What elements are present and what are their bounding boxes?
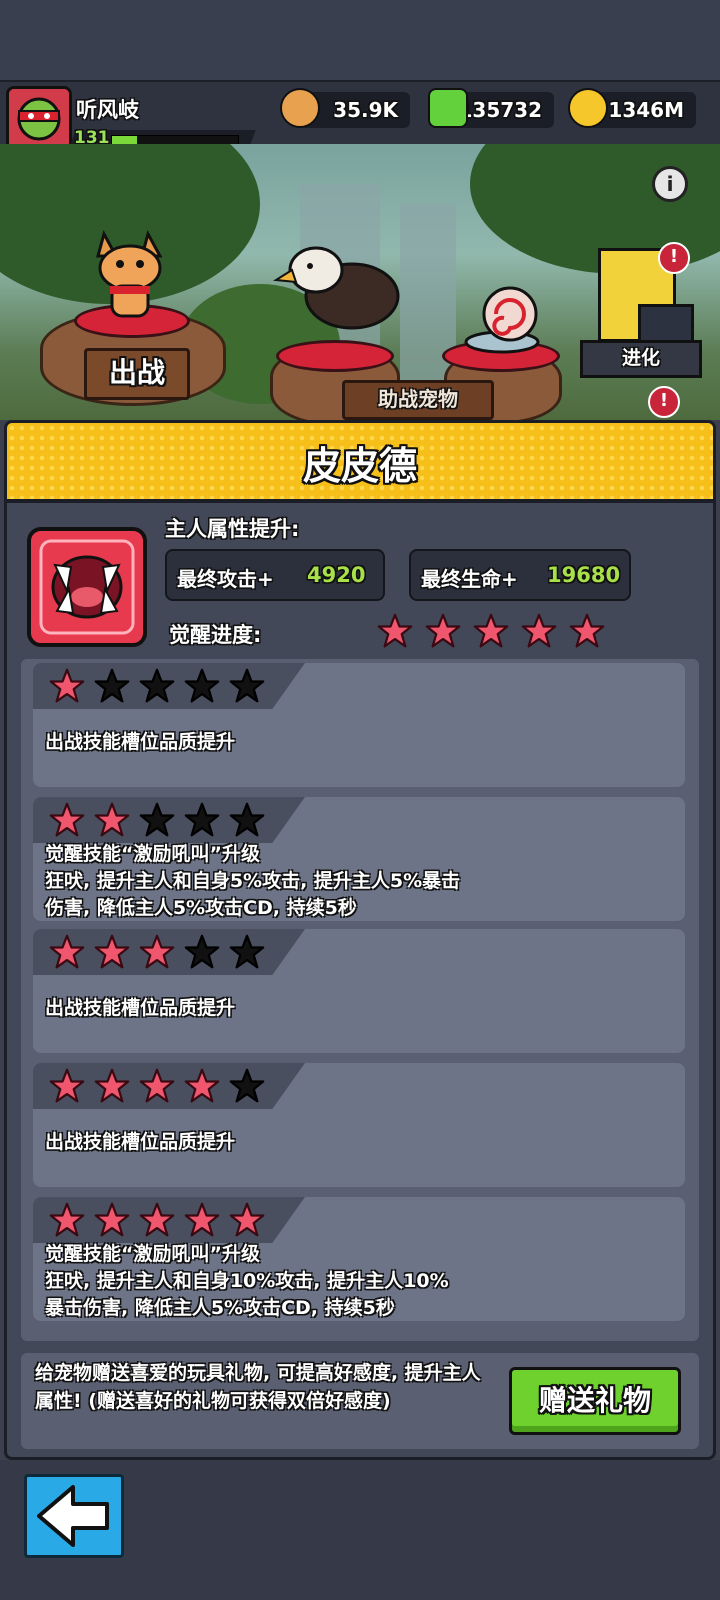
assist-pad bbox=[276, 340, 394, 372]
empty-star-icon bbox=[229, 934, 265, 969]
attack-label: 最终攻击+ bbox=[177, 567, 274, 591]
filled-star-icon bbox=[184, 1068, 220, 1103]
filled-star-icon bbox=[49, 1068, 85, 1103]
level-star-band bbox=[33, 663, 305, 709]
awaken-level-row: 觉醒技能“激励吼叫”升级 狂吠, 提升主人和自身5%攻击, 提升主人5%暴击 伤… bbox=[33, 797, 685, 921]
filled-star-icon bbox=[49, 802, 85, 837]
level-star-band bbox=[33, 1063, 305, 1109]
level-description: 出战技能槽位品质提升 bbox=[45, 731, 236, 753]
dog-pet-sprite[interactable] bbox=[90, 230, 170, 322]
level-star-band bbox=[33, 1197, 305, 1243]
snail-pet-sprite[interactable] bbox=[462, 284, 548, 354]
filled-star-icon bbox=[49, 1202, 85, 1237]
filled-star-icon bbox=[94, 1068, 130, 1103]
turtle-avatar-icon bbox=[9, 89, 69, 149]
attribute-title: 主人属性提升: bbox=[165, 517, 300, 541]
currency-value: 1346M bbox=[608, 98, 684, 122]
player-avatar[interactable] bbox=[6, 86, 72, 152]
filled-star-icon bbox=[139, 1068, 175, 1103]
level-star-band bbox=[33, 929, 305, 975]
awaken-level-row: 出战技能槽位品质提升 bbox=[33, 929, 685, 1053]
awaken-level-row: 出战技能槽位品质提升 bbox=[33, 663, 685, 787]
level-description: 觉醒技能“激励吼叫”升级 狂吠, 提升主人和自身5%攻击, 提升主人5%暴击 伤… bbox=[45, 843, 461, 919]
filled-star-icon bbox=[139, 1202, 175, 1237]
evolve-alert-badge: ! bbox=[658, 242, 690, 274]
currency-value: 135732 bbox=[458, 98, 543, 122]
awaken-level-row: 出战技能槽位品质提升 bbox=[33, 1063, 685, 1187]
empty-star-icon bbox=[229, 802, 265, 837]
filled-star-icon bbox=[49, 668, 85, 703]
awaken-progress-label: 觉醒进度: bbox=[169, 623, 262, 647]
empty-star-icon bbox=[229, 668, 265, 703]
filled-star-icon bbox=[139, 934, 175, 969]
awaken-stars bbox=[377, 613, 617, 653]
awaken-level-list[interactable]: 出战技能槽位品质提升觉醒技能“激励吼叫”升级 狂吠, 提升主人和自身5%攻击, … bbox=[21, 659, 699, 1341]
level-star-band bbox=[33, 797, 305, 843]
empty-star-icon bbox=[184, 934, 220, 969]
filled-star-icon bbox=[229, 1202, 265, 1237]
hp-label: 最终生命+ bbox=[421, 567, 518, 591]
filled-star-icon bbox=[569, 613, 605, 648]
pet-detail-panel: 皮皮德 主人属性提升: 最终攻击+ 4920 最终生命+ 19680 觉醒进度:… bbox=[4, 420, 716, 1460]
coin-bag-icon bbox=[280, 88, 320, 128]
level-description: 出战技能槽位品质提升 bbox=[45, 997, 236, 1019]
green-gem-icon bbox=[428, 88, 468, 128]
back-arrow-icon bbox=[37, 1485, 109, 1547]
hp-value: 19680 bbox=[547, 563, 621, 587]
gift-area: 给宠物赠送喜爱的玩具礼物, 可提高好感度, 提升主人属性! (赠送喜好的礼物可获… bbox=[21, 1353, 699, 1449]
evolve-button[interactable]: 进化 bbox=[580, 340, 702, 378]
filled-star-icon bbox=[94, 802, 130, 837]
empty-star-icon bbox=[139, 802, 175, 837]
eagle-pet-sprite[interactable] bbox=[262, 240, 422, 340]
deploy-label[interactable]: 出战 bbox=[84, 348, 190, 400]
status-bar bbox=[0, 0, 720, 80]
filled-star-icon bbox=[521, 613, 557, 648]
title-band: 皮皮德 bbox=[7, 423, 713, 503]
currency-value: 35.9K bbox=[333, 98, 398, 122]
fang-mouth-icon bbox=[39, 539, 135, 635]
gift-description: 给宠物赠送喜爱的玩具礼物, 可提高好感度, 提升主人属性! (赠送喜好的礼物可获… bbox=[35, 1362, 481, 1412]
filled-star-icon bbox=[377, 613, 413, 648]
empty-star-icon bbox=[184, 802, 220, 837]
empty-star-icon bbox=[94, 668, 130, 703]
assist-pet-button[interactable]: 助战宠物 bbox=[342, 380, 494, 420]
level-description: 出战技能槽位品质提升 bbox=[45, 1131, 236, 1153]
attack-value: 4920 bbox=[307, 563, 366, 587]
empty-star-icon bbox=[229, 1068, 265, 1103]
filled-star-icon bbox=[94, 934, 130, 969]
empty-star-icon bbox=[184, 668, 220, 703]
skill-icon[interactable] bbox=[27, 527, 147, 647]
awaken-level-row: 觉醒技能“激励吼叫”升级 狂吠, 提升主人和自身10%攻击, 提升主人10% 暴… bbox=[33, 1197, 685, 1321]
back-button[interactable] bbox=[24, 1474, 124, 1558]
empty-star-icon bbox=[139, 668, 175, 703]
filled-star-icon bbox=[473, 613, 509, 648]
alert-badge: ! bbox=[648, 386, 680, 418]
level-description: 觉醒技能“激励吼叫”升级 狂吠, 提升主人和自身10%攻击, 提升主人10% 暴… bbox=[45, 1243, 449, 1319]
filled-star-icon bbox=[94, 1202, 130, 1237]
filled-star-icon bbox=[49, 934, 85, 969]
attack-stat-box: 最终攻击+ 4920 bbox=[165, 549, 385, 601]
info-icon[interactable]: i bbox=[652, 166, 688, 202]
pet-name: 皮皮德 bbox=[302, 444, 417, 488]
filled-star-icon bbox=[184, 1202, 220, 1237]
player-name: 听风岐 bbox=[76, 98, 139, 122]
send-gift-button[interactable]: 赠送礼物 bbox=[509, 1367, 681, 1435]
hp-stat-box: 最终生命+ 19680 bbox=[409, 549, 631, 601]
filled-star-icon bbox=[425, 613, 461, 648]
gold-coin-icon bbox=[568, 88, 608, 128]
